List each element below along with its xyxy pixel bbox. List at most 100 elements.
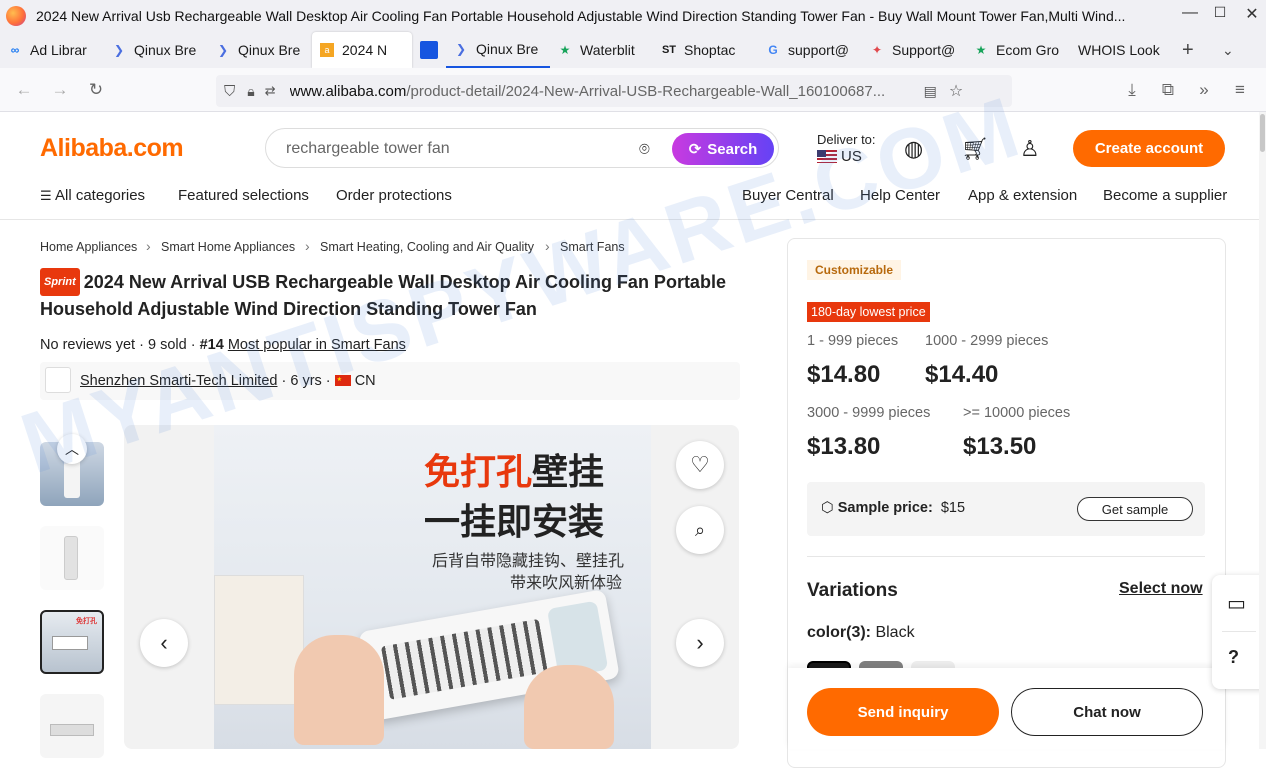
star-icon: ★ [559, 43, 571, 57]
breadcrumb-item[interactable]: Smart Fans [560, 240, 625, 254]
tab-qinux-3[interactable]: ❯ Qinux Bre [446, 32, 550, 68]
deliver-to-selector[interactable]: US [817, 148, 862, 165]
become-supplier-link[interactable]: Become a supplier [1103, 187, 1227, 204]
customizable-tag: Customizable [807, 260, 902, 280]
tab-ad-library[interactable]: ∞ Ad Librar [0, 32, 104, 68]
alibaba-logo[interactable]: Alibaba.com [40, 134, 184, 163]
chat-now-button[interactable]: Chat now [1011, 688, 1203, 736]
tab-support[interactable]: ✦ Support@ [862, 32, 966, 68]
hand-illustration [524, 665, 614, 749]
reader-view-icon[interactable]: ▤ [924, 83, 937, 100]
image-headline-1: 免打孔壁挂 [424, 451, 605, 492]
color-value: Black [875, 624, 915, 641]
chat-bubble-icon[interactable]: ▭ [1227, 591, 1246, 616]
cart-icon[interactable]: 🛒︎ [961, 136, 989, 162]
image-caption-2: 带来吹风新体验 [510, 575, 623, 592]
url-text[interactable]: www.alibaba.com/product-detail/2024-New-… [290, 83, 920, 100]
all-categories-label: All categories [55, 187, 146, 204]
app-extension-link[interactable]: App & extension [968, 187, 1077, 204]
breadcrumb-item[interactable]: Home Appliances [40, 240, 137, 254]
cn-flag-icon: ★ [334, 375, 351, 386]
get-sample-button[interactable]: Get sample [1077, 497, 1193, 521]
select-now-link[interactable]: Select now [1119, 580, 1203, 598]
featured-selections-link[interactable]: Featured selections [178, 187, 309, 204]
breadcrumb-item[interactable]: Smart Home Appliances [161, 240, 295, 254]
order-protections-link[interactable]: Order protections [336, 187, 452, 204]
rank-link[interactable]: Most popular in Smart Fans [228, 337, 406, 353]
forward-icon[interactable]: → [42, 80, 78, 100]
lowest-price-tag: 180-day lowest price [807, 302, 930, 322]
favorite-heart-icon[interactable]: ♡ [676, 441, 724, 489]
tier-price: $14.40 [925, 361, 999, 388]
search-input[interactable] [286, 137, 626, 161]
reviews-text: No reviews yet [40, 337, 136, 353]
tab-label: Qinux Bre [238, 42, 301, 58]
supplier-name-link[interactable]: Shenzhen Smarti-Tech Limited [80, 373, 277, 389]
globe-icon[interactable]: ◍ [904, 136, 923, 162]
reload-icon[interactable]: ↻ [78, 80, 114, 100]
shield-icon[interactable]: ⛉ [224, 83, 235, 100]
thumbnail-4[interactable] [40, 694, 104, 758]
permissions-icon[interactable]: ⇄ [265, 83, 276, 99]
search-box: ⌾ ⟳ Search [265, 128, 779, 168]
tab-qinux-1[interactable]: ❯ Qinux Bre [104, 32, 208, 68]
buyer-central-link[interactable]: Buyer Central [742, 187, 834, 204]
tab-alibaba-active[interactable]: a 2024 N [312, 32, 412, 68]
supplier-years: 6 yrs [290, 373, 322, 389]
bookmark-star-icon[interactable]: ☆ [949, 81, 963, 101]
lock-icon[interactable]: 🔒︎ [247, 83, 254, 100]
shelf-illustration [214, 575, 304, 705]
breadcrumb-item[interactable]: Smart Heating, Cooling and Air Quality [320, 240, 534, 254]
list-tabs-icon[interactable]: ⌄ [1214, 32, 1254, 68]
next-image-button[interactable]: › [676, 619, 724, 667]
maximize-button[interactable]: ☐ [1208, 4, 1232, 21]
alibaba-icon: a [320, 43, 334, 57]
tab-shoptac[interactable]: ST Shoptac [654, 32, 758, 68]
tab-qinux-2[interactable]: ❯ Qinux Bre [208, 32, 312, 68]
main-product-image[interactable]: 免打孔壁挂 一挂即安装 后背自带隐藏挂钩、壁挂孔 带来吹风新体验 [124, 425, 739, 749]
sample-price-row: ⬡ Sample price: $15 [821, 500, 965, 516]
tab-label: Shoptac [684, 42, 736, 58]
create-account-button[interactable]: Create account [1073, 130, 1225, 167]
divider [807, 556, 1205, 557]
more-tools-icon[interactable]: » [1186, 80, 1222, 100]
sold-count: 9 sold [147, 337, 187, 353]
tab-whois[interactable]: WHOIS Look [1070, 32, 1174, 68]
menu-icon[interactable]: ≡ [1222, 80, 1258, 100]
help-question-icon[interactable]: ? [1228, 647, 1239, 668]
url-bar[interactable]: ⛉ 🔒︎ ⇄ www.alibaba.com/product-detail/20… [216, 75, 1012, 107]
supplier-info: Shenzhen Smarti-Tech Limited · 6 yrs · ★… [80, 373, 376, 389]
previous-image-button[interactable]: ‹ [140, 619, 188, 667]
supplier-country: CN [354, 373, 376, 389]
tab-support-google[interactable]: Gsupport@ [758, 32, 862, 68]
thumbnail-3-selected[interactable]: 免打孔 [40, 610, 104, 674]
tab-waterblit[interactable]: ★ Waterblit [550, 32, 654, 68]
supplier-logo[interactable] [45, 367, 71, 393]
shoptac-icon: ST [661, 44, 677, 56]
user-icon[interactable]: ♙ [1020, 136, 1040, 162]
help-center-link[interactable]: Help Center [860, 187, 940, 204]
all-categories-menu[interactable]: ☰ All categories [40, 187, 145, 204]
close-window-button[interactable]: ✕ [1240, 4, 1264, 24]
chevron-up-icon[interactable]: ︿ [57, 434, 87, 464]
image-search-icon[interactable]: ⌕ [676, 506, 724, 554]
camera-search-icon[interactable]: ⌾ [639, 139, 650, 160]
meta-icon: ∞ [10, 43, 20, 57]
minimize-button[interactable]: — [1178, 4, 1202, 22]
downloads-icon[interactable]: ⤓ [1114, 80, 1150, 100]
tab-ecom[interactable]: ★ Ecom Gro [966, 32, 1070, 68]
hand-illustration [294, 635, 384, 745]
new-tab-button[interactable]: + [1174, 32, 1214, 68]
image-caption-1: 后背自带隐藏挂钩、壁挂孔 [432, 553, 625, 570]
back-icon[interactable]: ← [6, 80, 42, 100]
tier-price: $13.50 [963, 433, 1037, 460]
tab-blue[interactable] [412, 32, 446, 68]
sprint-badge: Sprint [40, 268, 80, 296]
thumbnail-2[interactable] [40, 526, 104, 590]
page-scrollbar[interactable] [1259, 112, 1266, 749]
deliver-to-label: Deliver to: [817, 132, 876, 147]
scrollbar-thumb[interactable] [1260, 114, 1265, 152]
search-button[interactable]: ⟳ Search [672, 133, 774, 165]
send-inquiry-button[interactable]: Send inquiry [807, 688, 999, 736]
extensions-icon[interactable]: ⧉ [1150, 80, 1186, 100]
